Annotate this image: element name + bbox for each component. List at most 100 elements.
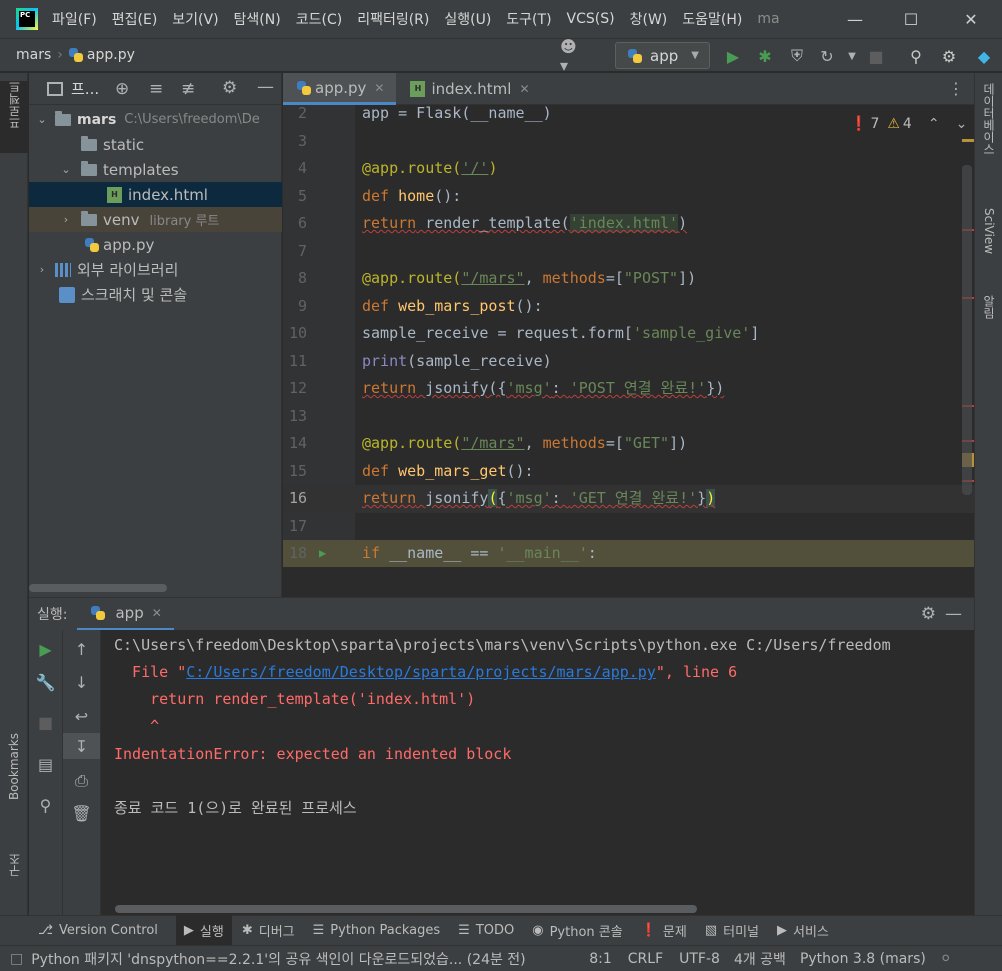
tree-item-mars[interactable]: ⌄ mars C:\Users\freedom\De (29, 107, 282, 132)
horizontal-scrollbar[interactable] (29, 584, 167, 592)
more-run-chevron-icon[interactable]: ▼ (840, 44, 864, 68)
status-panel-icon[interactable]: □ (10, 951, 23, 967)
caret-position[interactable]: 8:1 (589, 951, 612, 967)
soft-wrap-icon[interactable]: ↩ (63, 703, 100, 729)
lock-icon[interactable]: ⚪ (940, 951, 952, 967)
python-file-icon (297, 80, 311, 95)
profile-icon[interactable]: ↻ (815, 44, 839, 68)
right-tool-strip: 데이터베이스 SciView 알림 (974, 73, 1002, 915)
breadcrumb-project[interactable]: mars (16, 47, 51, 63)
menu-edit[interactable]: 편집(E) (112, 9, 158, 29)
stop-icon[interactable]: ■ (29, 709, 62, 735)
run-gutter-icon[interactable]: ▶ (319, 540, 326, 567)
sciview-tool-tab[interactable]: SciView (975, 208, 1002, 278)
clear-console-icon[interactable]: 🗑 (63, 800, 100, 826)
menu-view[interactable]: 보기(V) (172, 9, 218, 29)
close-tab-icon[interactable]: ✕ (374, 81, 384, 95)
tool-todo[interactable]: ☰ TODO (458, 923, 514, 938)
menu-navigate[interactable]: 탐색(N) (234, 9, 281, 29)
menu-run[interactable]: 실행(U) (444, 9, 491, 29)
version-control-icon: ⎇ (38, 923, 53, 938)
tree-item-static[interactable]: static (29, 132, 282, 157)
tool-debug[interactable]: ✱ 디버그 (242, 921, 295, 940)
project-tool-tab[interactable]: 프로젝트 (0, 81, 28, 153)
chevron-down-icon: ⌄ (61, 163, 71, 176)
more-tabs-icon[interactable]: ⋮ (948, 79, 964, 98)
menu-tools[interactable]: 도구(T) (506, 9, 551, 29)
inspection-widget[interactable]: ❗ 7 ⚠ 4 ⌃ ⌄ (850, 113, 967, 135)
traceback-file-link[interactable]: C:/Users/freedom/Desktop/sparta/projects… (186, 663, 656, 681)
tool-services[interactable]: ▶ 서비스 (777, 921, 829, 940)
code-editor[interactable]: 2 app = Flask(__name__) 3 4 @app.route('/'… (283, 105, 974, 567)
close-tab-icon[interactable]: ✕ (152, 606, 162, 620)
toolbox-icon[interactable]: ◆ (972, 44, 996, 68)
close-icon[interactable]: ✕ (948, 0, 994, 38)
hide-run-panel-icon[interactable]: — (945, 604, 962, 624)
user-icon[interactable]: ☻▾ (560, 37, 584, 75)
collapse-all-icon[interactable]: ≢ (181, 79, 195, 99)
stop-icon[interactable]: ■ (864, 44, 888, 68)
tool-run[interactable]: ▶ 실행 (175, 915, 232, 946)
previous-highlight-icon[interactable]: ⌃ (928, 116, 940, 132)
menu-file[interactable]: 파일(F) (52, 9, 97, 29)
scroll-to-end-icon[interactable]: ↧ (63, 733, 100, 759)
tree-item-app-py[interactable]: app.py (29, 232, 282, 257)
line-separator[interactable]: CRLF (628, 951, 663, 967)
run-config-selector[interactable]: app ▼ (615, 42, 710, 69)
menu-help[interactable]: 도움말(H) (682, 9, 742, 29)
file-encoding[interactable]: UTF-8 (679, 951, 720, 967)
expand-all-icon[interactable]: ≡ (149, 79, 163, 99)
menu-code[interactable]: 코드(C) (296, 9, 342, 29)
run-tab-app[interactable]: app ✕ (77, 598, 174, 631)
tool-terminal[interactable]: ▧ 터미널 (705, 921, 759, 940)
rerun-icon[interactable]: ▶ (29, 636, 62, 662)
maximize-icon[interactable]: ☐ (888, 0, 934, 38)
search-icon[interactable]: ⚲ (904, 44, 928, 68)
locate-file-icon[interactable]: ⊕ (115, 79, 129, 99)
error-stripe[interactable] (962, 105, 974, 567)
tool-problems[interactable]: ❗ 문제 (641, 921, 687, 940)
menu-window[interactable]: 창(W) (630, 9, 668, 29)
tool-python-console[interactable]: ◉ Python 콘솔 (532, 921, 622, 940)
project-panel-title[interactable]: 프... (71, 78, 99, 99)
scroll-down-icon[interactable]: ↓ (63, 669, 100, 695)
notifications-tool-tab[interactable]: 알림 (975, 295, 1002, 345)
breadcrumb-file[interactable]: app.py (68, 47, 135, 63)
tree-item-scratches[interactable]: 스크래치 및 콘솔 (29, 282, 282, 307)
debug-icon[interactable]: ✱ (753, 44, 777, 68)
run-icon[interactable]: ▶ (721, 44, 745, 68)
indent-setting[interactable]: 4개 공백 (734, 949, 786, 969)
code-line-8: 8 @app.route("/mars", methods=["POST"]) (297, 269, 697, 287)
print-icon[interactable]: ⎙ (63, 768, 100, 794)
bookmarks-tool-tab[interactable]: Bookmarks (0, 733, 28, 833)
coverage-icon[interactable]: ⛨ (785, 44, 809, 68)
run-console[interactable]: C:\Users\freedom\Desktop\sparta\projects… (101, 630, 974, 915)
tab-app-py[interactable]: app.py ✕ (283, 73, 397, 105)
close-tab-icon[interactable]: ✕ (519, 82, 529, 96)
tree-item-venv[interactable]: › venv library 루트 (29, 207, 282, 232)
settings-gear-icon[interactable]: ⚙ (937, 44, 961, 68)
vertical-scrollbar[interactable] (962, 165, 972, 495)
structure-tool-tab[interactable]: 구조 (0, 853, 28, 893)
database-tool-tab[interactable]: 데이터베이스 (975, 83, 1002, 188)
console-horizontal-scrollbar[interactable] (115, 905, 697, 913)
warning-marker[interactable] (962, 139, 974, 142)
tree-item-external-libraries[interactable]: › 외부 라이브러리 (29, 257, 282, 282)
restore-layout-icon[interactable]: ▤ (29, 751, 62, 777)
scroll-up-icon[interactable]: ↑ (63, 636, 100, 662)
tree-item-templates[interactable]: ⌄ templates (29, 157, 282, 182)
edit-configuration-icon[interactable]: 🔧 (29, 669, 62, 695)
menu-refactor[interactable]: 리팩터링(R) (357, 9, 429, 29)
menu-vcs[interactable]: VCS(S) (567, 11, 615, 27)
status-message[interactable]: Python 패키지 'dnspython==2.2.1'의 공유 색인이 다운… (31, 949, 543, 969)
tool-python-packages[interactable]: ☰ Python Packages (313, 923, 441, 938)
minimize-icon[interactable]: — (832, 0, 878, 38)
tree-item-index-html[interactable]: H index.html (29, 182, 282, 207)
pin-tab-icon[interactable]: ⚲ (29, 792, 62, 818)
run-settings-icon[interactable]: ⚙ (921, 604, 936, 624)
panel-settings-icon[interactable]: ⚙ (222, 78, 237, 98)
python-interpreter[interactable]: Python 3.8 (mars) (800, 951, 926, 967)
hide-panel-icon[interactable]: — (257, 77, 274, 97)
tool-version-control[interactable]: ⎇ Version Control (38, 923, 158, 938)
tab-index-html[interactable]: H index.html ✕ (396, 73, 541, 105)
